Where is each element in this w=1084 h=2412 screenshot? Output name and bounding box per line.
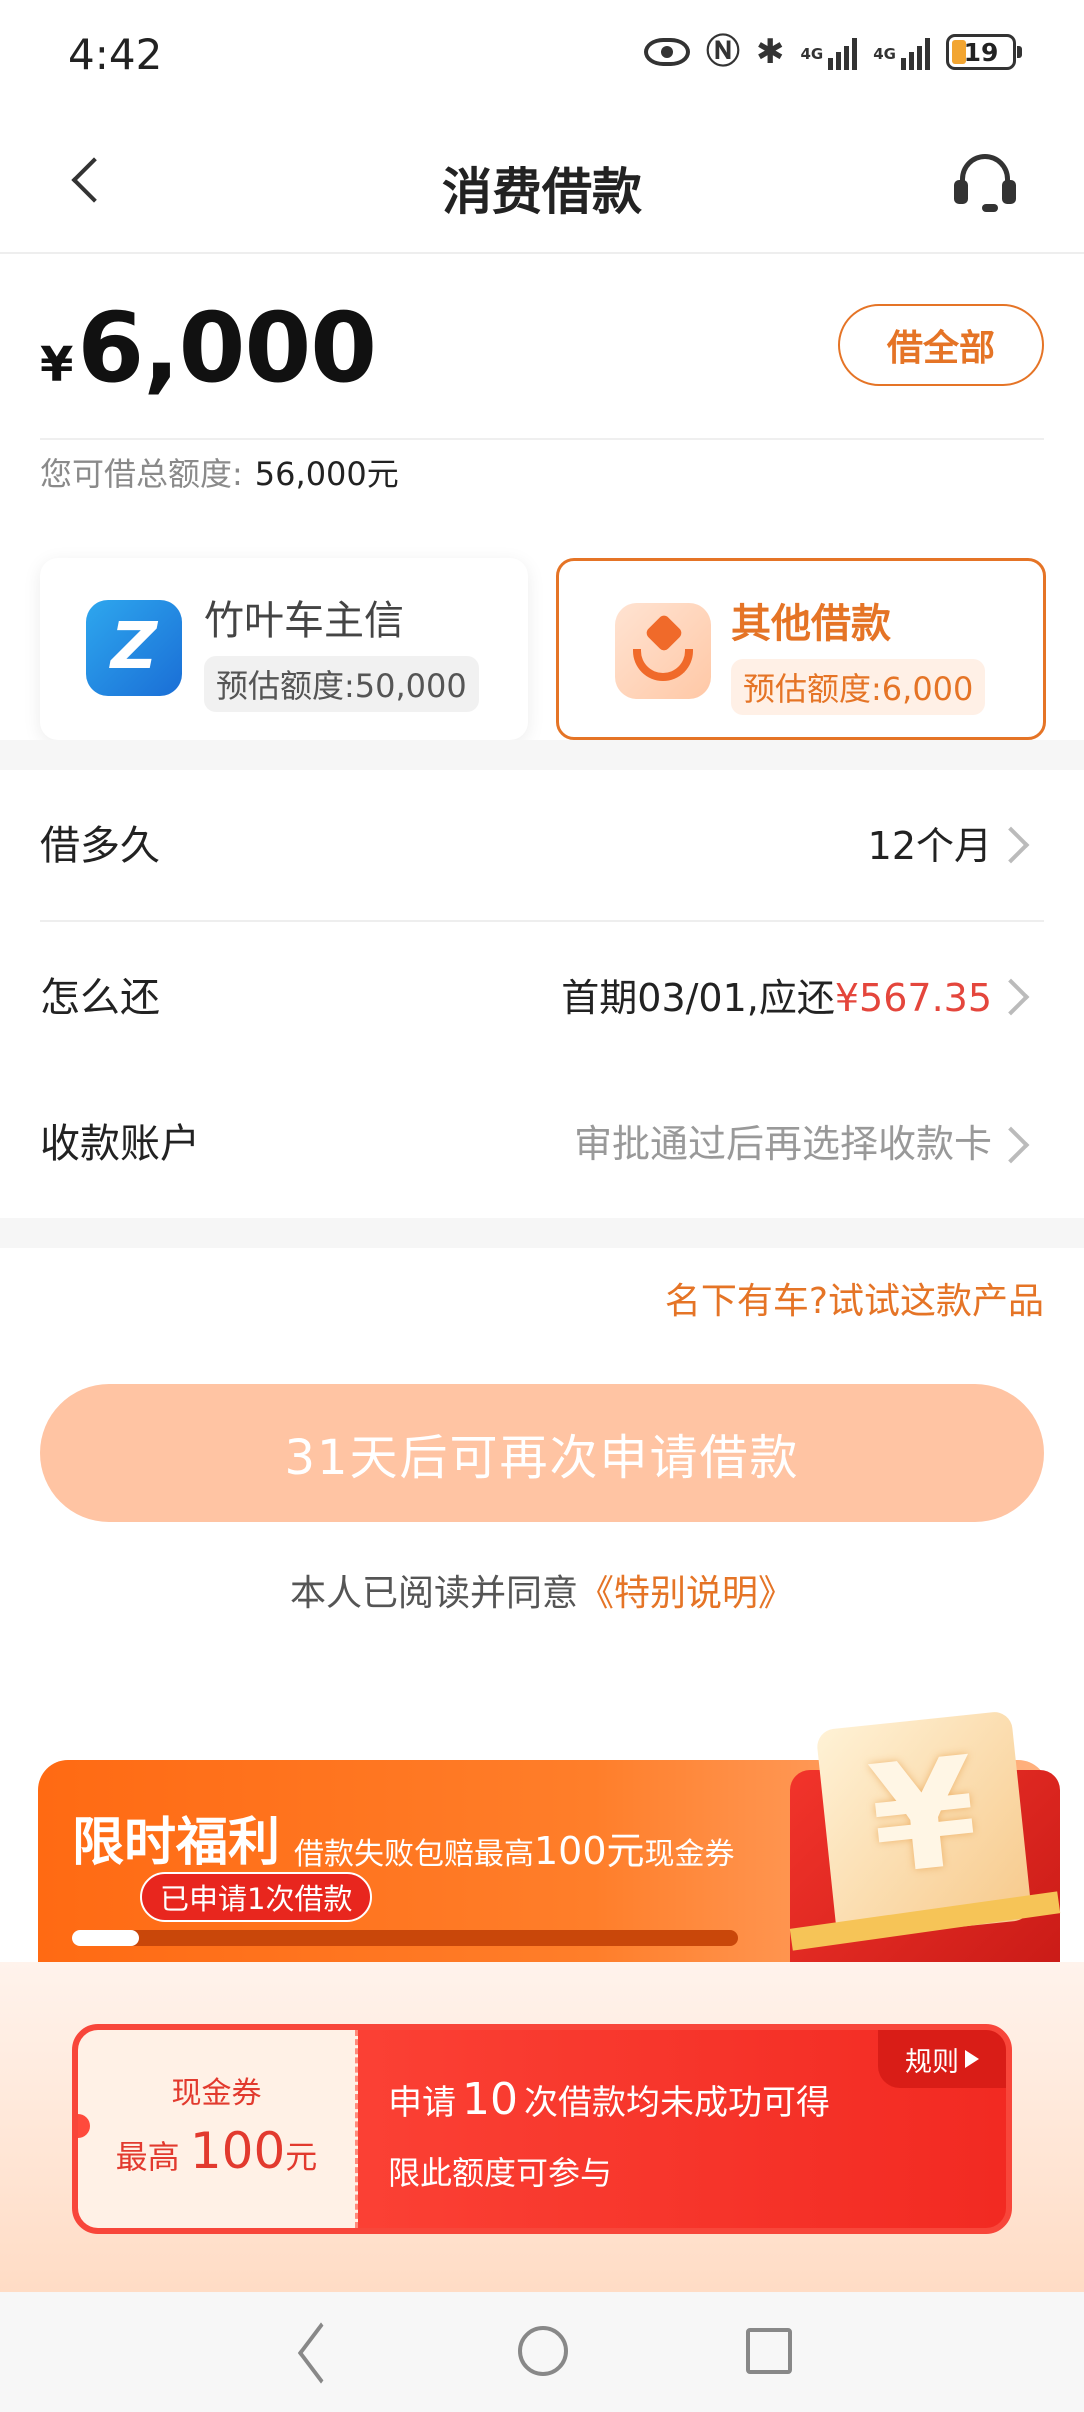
account-value: 审批通过后再选择收款卡 xyxy=(573,1122,992,1166)
chevron-right-icon xyxy=(992,826,1030,864)
rules-label: 规则 xyxy=(905,2046,959,2078)
section-gap xyxy=(0,1218,1084,1248)
car-product-link[interactable]: 名下有车?试试这款产品 xyxy=(665,1272,1044,1324)
repay-row[interactable]: 怎么还 首期03/01,应还¥567.35 xyxy=(0,922,1084,1074)
agreement-line: 本人已阅读并同意《特别说明》 xyxy=(0,1564,1084,1616)
system-back-icon[interactable] xyxy=(290,2324,340,2380)
account-label: 收款账户 xyxy=(40,1121,200,1167)
nfc-icon: Ⓝ xyxy=(706,32,740,72)
repay-first-period: 首期03/01,应还 xyxy=(561,976,835,1020)
special-notice-link[interactable]: 《特别说明》 xyxy=(578,1573,794,1614)
play-triangle-icon xyxy=(965,2050,979,2068)
coupon-condition-count: 10 xyxy=(462,2074,518,2125)
divider xyxy=(40,438,1044,440)
repay-amount: ¥567.35 xyxy=(834,976,992,1020)
system-home-icon[interactable] xyxy=(518,2326,568,2376)
red-envelope-icon: ¥ xyxy=(789,1700,1061,1990)
promo-progress-bar xyxy=(72,1930,738,1946)
coupon-condition-prefix: 申请 xyxy=(388,2083,456,2123)
term-row[interactable]: 借多久 12个月 xyxy=(0,770,1084,922)
product-card-other[interactable]: 其他借款 预估额度:6,000 xyxy=(556,558,1046,740)
system-recents-icon[interactable] xyxy=(746,2328,792,2374)
coupon-eligibility: 限此额度可参与 xyxy=(388,2154,613,2192)
status-bar: 4:42 Ⓝ ✱ 4G 4G 19 xyxy=(0,0,1084,110)
promo-subtitle-suffix: 现金券 xyxy=(644,1837,735,1872)
zhuye-logo-icon: Z xyxy=(86,600,182,696)
promo-progress-fill xyxy=(72,1930,139,1946)
currency-symbol: ¥ xyxy=(40,337,74,393)
status-icons: Ⓝ ✱ 4G 4G 19 xyxy=(644,32,1022,72)
coupon-condition-suffix: 次借款均未成功可得 xyxy=(524,2083,830,2123)
customer-service-button[interactable] xyxy=(952,150,1018,216)
coupon-stub: 现金券 最高 100元 xyxy=(78,2030,358,2228)
term-label: 借多久 xyxy=(40,823,160,869)
borrow-all-button[interactable]: 借全部 xyxy=(838,304,1044,386)
coupon-max-amount: 100 xyxy=(189,2122,286,2180)
loan-amount[interactable]: ¥ 6,000 xyxy=(40,292,377,404)
applied-count-badge: 已申请1次借款 xyxy=(140,1872,373,1922)
bluetooth-icon: ✱ xyxy=(756,32,785,72)
product-quota: 预估额度:50,000 xyxy=(204,656,479,712)
battery-level: 19 xyxy=(963,37,999,67)
chevron-right-icon xyxy=(992,978,1030,1016)
signal-icon: 4G xyxy=(873,34,930,70)
network-type-label: 4G xyxy=(800,45,824,63)
coupon-max: 最高 100元 xyxy=(78,2122,355,2180)
nav-header: 消费借款 xyxy=(0,110,1084,254)
repay-label: 怎么还 xyxy=(40,975,160,1021)
total-limit-value: 56,000元 xyxy=(254,455,399,493)
product-name: 竹叶车主信 xyxy=(204,598,404,644)
section-gap xyxy=(0,740,1084,770)
page-title: 消费借款 xyxy=(442,163,642,221)
account-row[interactable]: 收款账户 审批通过后再选择收款卡 xyxy=(0,1070,1084,1218)
rules-button[interactable]: 规则 xyxy=(878,2030,1006,2088)
apply-loan-button[interactable]: 31天后可再次申请借款 xyxy=(40,1384,1044,1522)
total-limit: 您可借总额度: 56,000元 xyxy=(40,452,399,496)
promo-subtitle-text: 借款失败包赔最高 xyxy=(294,1837,534,1872)
eye-icon xyxy=(644,38,690,66)
promo-title: 限时福利 xyxy=(72,1813,281,1873)
network-type-label: 4G xyxy=(873,45,896,63)
system-nav-bar xyxy=(0,2292,1084,2412)
product-quota: 预估额度:6,000 xyxy=(731,659,986,715)
status-time: 4:42 xyxy=(68,30,163,79)
coupon-type: 现金券 xyxy=(171,2076,262,2111)
promo-subtitle-amount: 100元 xyxy=(534,1829,645,1873)
signal-icon: 4G xyxy=(801,34,858,70)
battery-icon: 19 xyxy=(946,34,1022,70)
promo-subtitle: 借款失败包赔最高100元现金券 xyxy=(294,1820,735,1875)
chevron-right-icon xyxy=(992,1126,1030,1164)
total-limit-label: 您可借总额度: xyxy=(40,455,243,493)
agreement-text: 本人已阅读并同意 xyxy=(289,1573,578,1614)
coupon-max-unit: 元 xyxy=(285,2138,318,2176)
coupon-max-prefix: 最高 xyxy=(115,2138,180,2176)
product-card-zhuye[interactable]: Z 竹叶车主信 预估额度:50,000 xyxy=(40,558,528,740)
term-value: 12个月 xyxy=(867,824,992,868)
hand-coin-icon xyxy=(615,603,711,699)
product-name: 其他借款 xyxy=(731,601,891,647)
amount-value: 6,000 xyxy=(77,292,377,404)
cash-coupon[interactable]: 现金券 最高 100元 申请 10 次借款均未成功可得 限此额度可参与 规则 xyxy=(72,2024,1012,2234)
repay-value: 首期03/01,应还¥567.35 xyxy=(561,922,992,1074)
coupon-condition: 申请 10 次借款均未成功可得 xyxy=(388,2074,830,2125)
